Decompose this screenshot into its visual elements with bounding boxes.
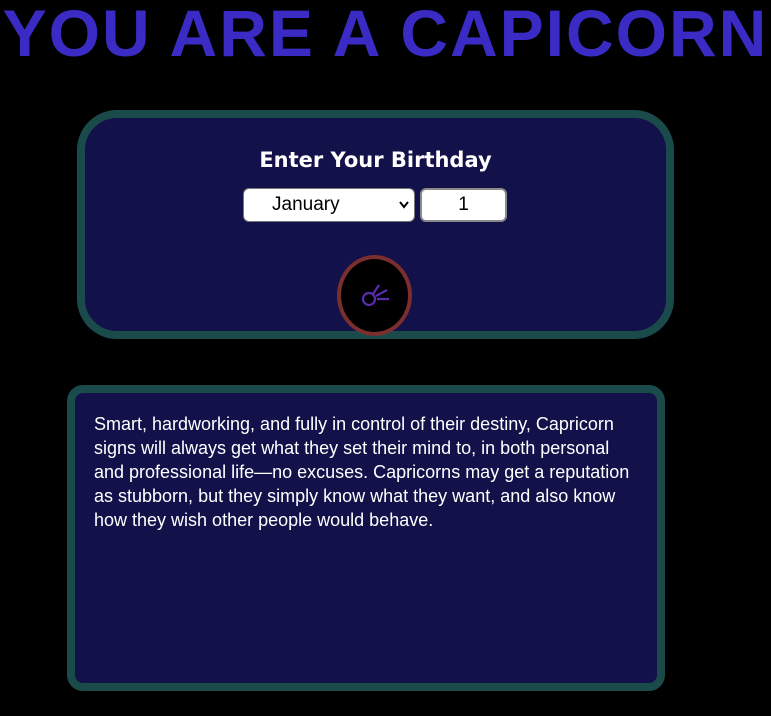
birthday-form-panel: Enter Your Birthday January 1 — [77, 110, 674, 339]
description-panel: Smart, hardworking, and fully in control… — [67, 385, 665, 691]
month-select[interactable]: January — [243, 188, 415, 222]
submit-button[interactable] — [337, 255, 412, 336]
day-input[interactable]: 1 — [420, 188, 507, 222]
page-title: YOU ARE A CAPICORN — [2, 0, 769, 70]
day-input-value: 1 — [458, 194, 469, 215]
comet-icon — [361, 284, 389, 307]
birthday-form-heading: Enter Your Birthday — [259, 148, 492, 172]
month-select-value: January — [272, 194, 340, 215]
chevron-down-icon — [399, 201, 409, 209]
sign-description: Smart, hardworking, and fully in control… — [94, 414, 630, 530]
